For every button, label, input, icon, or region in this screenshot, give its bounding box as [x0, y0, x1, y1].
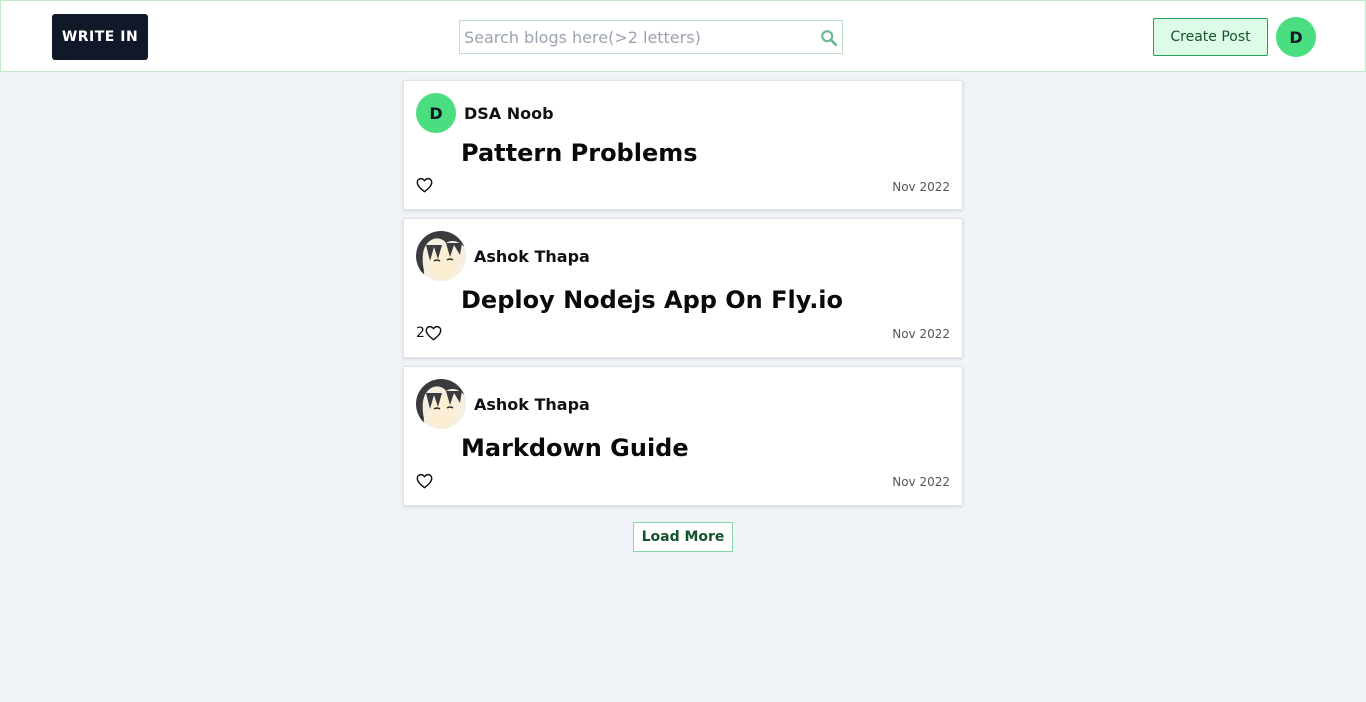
- post-date: Nov 2022: [892, 327, 950, 341]
- post-author[interactable]: Ashok Thapa: [416, 231, 590, 281]
- anime-avatar-image: [416, 379, 466, 429]
- author-name[interactable]: Ashok Thapa: [474, 395, 590, 414]
- create-post-button[interactable]: Create Post: [1153, 18, 1268, 56]
- post-card[interactable]: Ashok Thapa Deploy Nodejs App On Fly.io …: [403, 218, 963, 358]
- author-name[interactable]: DSA Noob: [464, 104, 554, 123]
- heart-icon[interactable]: [416, 177, 433, 193]
- post-date: Nov 2022: [892, 180, 950, 194]
- user-avatar[interactable]: D: [1276, 17, 1316, 57]
- anime-avatar-image: [416, 231, 466, 281]
- heart-icon[interactable]: [425, 325, 442, 341]
- like-control[interactable]: 2: [416, 325, 442, 341]
- post-author[interactable]: D DSA Noob: [416, 93, 554, 133]
- post-date: Nov 2022: [892, 475, 950, 489]
- author-avatar: [416, 231, 466, 281]
- search-bar: [459, 20, 843, 54]
- like-control[interactable]: [416, 177, 433, 193]
- logo[interactable]: WRITE IN: [52, 14, 148, 60]
- search-input[interactable]: [460, 21, 810, 53]
- navbar: WRITE IN Create Post D: [0, 0, 1366, 72]
- post-card[interactable]: Ashok Thapa Markdown Guide Nov 2022: [403, 366, 963, 506]
- author-avatar: [416, 379, 466, 429]
- search-icon[interactable]: [820, 29, 838, 47]
- author-name[interactable]: Ashok Thapa: [474, 247, 590, 266]
- author-avatar: D: [416, 93, 456, 133]
- post-title[interactable]: Deploy Nodejs App On Fly.io: [461, 286, 843, 314]
- like-count: 2: [416, 325, 425, 341]
- post-title[interactable]: Pattern Problems: [461, 139, 698, 167]
- like-control[interactable]: [416, 473, 433, 489]
- post-card[interactable]: D DSA Noob Pattern Problems Nov 2022: [403, 80, 963, 210]
- heart-icon[interactable]: [416, 473, 433, 489]
- post-title[interactable]: Markdown Guide: [461, 434, 689, 462]
- post-author[interactable]: Ashok Thapa: [416, 379, 590, 429]
- post-feed: D DSA Noob Pattern Problems Nov 2022 Ash…: [403, 80, 963, 514]
- load-more-button[interactable]: Load More: [633, 522, 733, 552]
